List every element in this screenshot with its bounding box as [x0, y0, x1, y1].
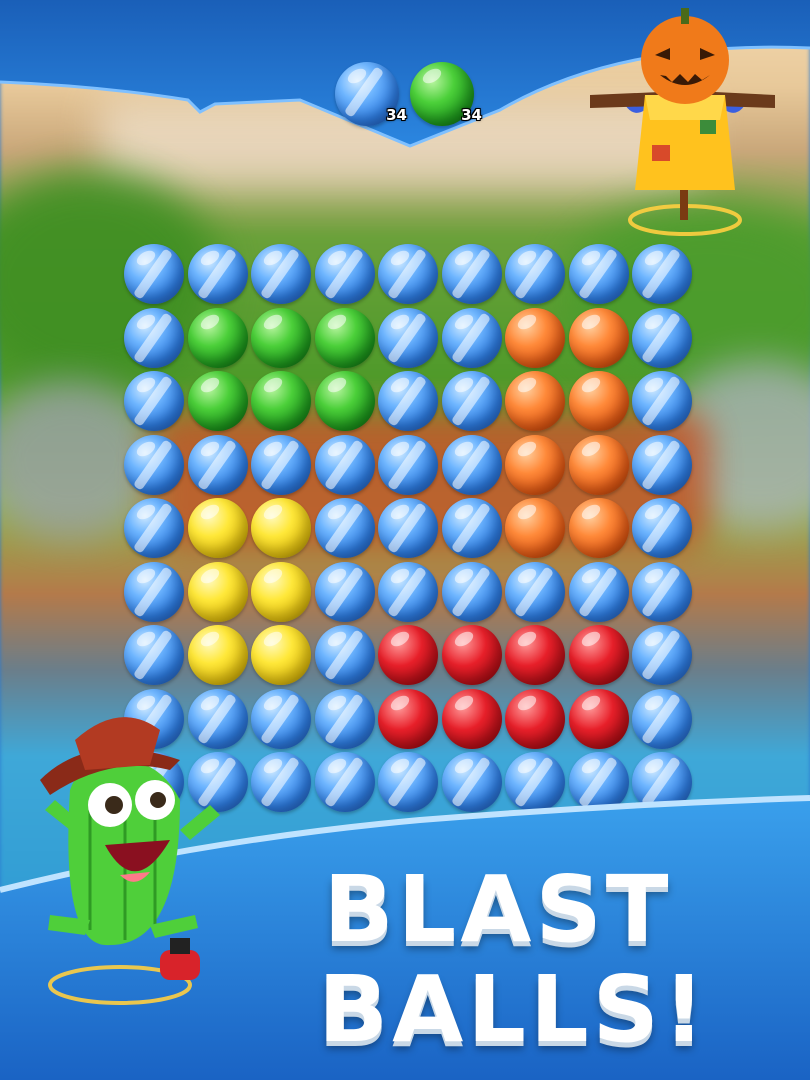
- blue-ball[interactable]: [632, 371, 692, 431]
- green-ball[interactable]: [187, 307, 248, 368]
- blue-ball[interactable]: [314, 625, 375, 685]
- blue-ball[interactable]: [568, 244, 629, 304]
- orange-ball[interactable]: [568, 498, 629, 558]
- game-scene: 34 34 BLAST BALLS!: [0, 0, 810, 1080]
- green-ball[interactable]: [251, 371, 311, 431]
- pumpkin-scarecrow-character: [590, 8, 775, 236]
- green-ball[interactable]: [251, 307, 311, 368]
- cactus-cowboy-character: [40, 717, 220, 1005]
- yellow-ball[interactable]: [251, 561, 311, 622]
- blue-ball[interactable]: [441, 244, 502, 304]
- blue-ball[interactable]: [124, 561, 184, 622]
- blue-ball[interactable]: [441, 434, 502, 495]
- yellow-ball[interactable]: [187, 561, 248, 622]
- red-ball[interactable]: [378, 688, 438, 749]
- blue-ball[interactable]: [378, 498, 438, 558]
- red-ball[interactable]: [441, 625, 502, 685]
- green-ball[interactable]: [187, 371, 248, 431]
- blue-ball[interactable]: [632, 561, 692, 622]
- blue-ball[interactable]: [124, 434, 184, 495]
- orange-ball[interactable]: [568, 307, 629, 368]
- orange-ball[interactable]: [568, 371, 629, 431]
- blue-ball[interactable]: [124, 244, 184, 304]
- blue-ball[interactable]: [568, 561, 629, 622]
- orange-ball[interactable]: [505, 307, 565, 368]
- orange-ball[interactable]: [505, 434, 565, 495]
- green-ball[interactable]: [314, 371, 375, 431]
- red-ball[interactable]: [441, 688, 502, 749]
- red-ball[interactable]: [568, 688, 629, 749]
- blue-ball[interactable]: [632, 498, 692, 558]
- orange-ball[interactable]: [568, 434, 629, 495]
- blue-ball[interactable]: [378, 307, 438, 368]
- blue-ball[interactable]: [378, 561, 438, 622]
- blue-ball[interactable]: [441, 307, 502, 368]
- blue-ball[interactable]: [314, 434, 375, 495]
- blue-ball[interactable]: [314, 688, 375, 749]
- red-ball[interactable]: [568, 625, 629, 685]
- blue-ball[interactable]: [505, 561, 565, 622]
- blue-ball[interactable]: [187, 434, 248, 495]
- blue-ball[interactable]: [378, 244, 438, 304]
- blue-ball[interactable]: [314, 244, 375, 304]
- blue-ball[interactable]: [378, 434, 438, 495]
- blue-ball[interactable]: [505, 244, 565, 304]
- orange-ball[interactable]: [505, 371, 565, 431]
- red-ball[interactable]: [378, 625, 438, 685]
- yellow-ball[interactable]: [251, 625, 311, 685]
- blue-ball[interactable]: [124, 498, 184, 558]
- blue-ball[interactable]: [632, 434, 692, 495]
- blue-ball[interactable]: [187, 244, 248, 304]
- orange-ball[interactable]: [505, 498, 565, 558]
- green-ball[interactable]: [314, 307, 375, 368]
- blue-ball[interactable]: [251, 244, 311, 304]
- blue-ball[interactable]: [378, 371, 438, 431]
- blue-ball[interactable]: [314, 498, 375, 558]
- blue-ball[interactable]: [441, 371, 502, 431]
- blue-ball[interactable]: [632, 688, 692, 749]
- blue-ball[interactable]: [632, 244, 692, 304]
- blue-ball[interactable]: [124, 371, 184, 431]
- blue-ball[interactable]: [441, 561, 502, 622]
- blue-ball[interactable]: [314, 561, 375, 622]
- headline-line1: BLAST: [323, 856, 673, 963]
- blue-ball[interactable]: [124, 625, 184, 685]
- blue-ball[interactable]: [632, 625, 692, 685]
- red-ball[interactable]: [505, 688, 565, 749]
- blue-ball[interactable]: [441, 498, 502, 558]
- yellow-ball[interactable]: [187, 625, 248, 685]
- headline: BLAST BALLS!: [318, 856, 709, 1063]
- blue-ball[interactable]: [632, 307, 692, 368]
- red-ball[interactable]: [505, 625, 565, 685]
- blue-ball[interactable]: [251, 434, 311, 495]
- yellow-ball[interactable]: [251, 498, 311, 558]
- blue-ball[interactable]: [251, 688, 311, 749]
- headline-line2: BALLS!: [318, 956, 709, 1063]
- blue-ball[interactable]: [124, 307, 184, 368]
- yellow-ball[interactable]: [187, 498, 248, 558]
